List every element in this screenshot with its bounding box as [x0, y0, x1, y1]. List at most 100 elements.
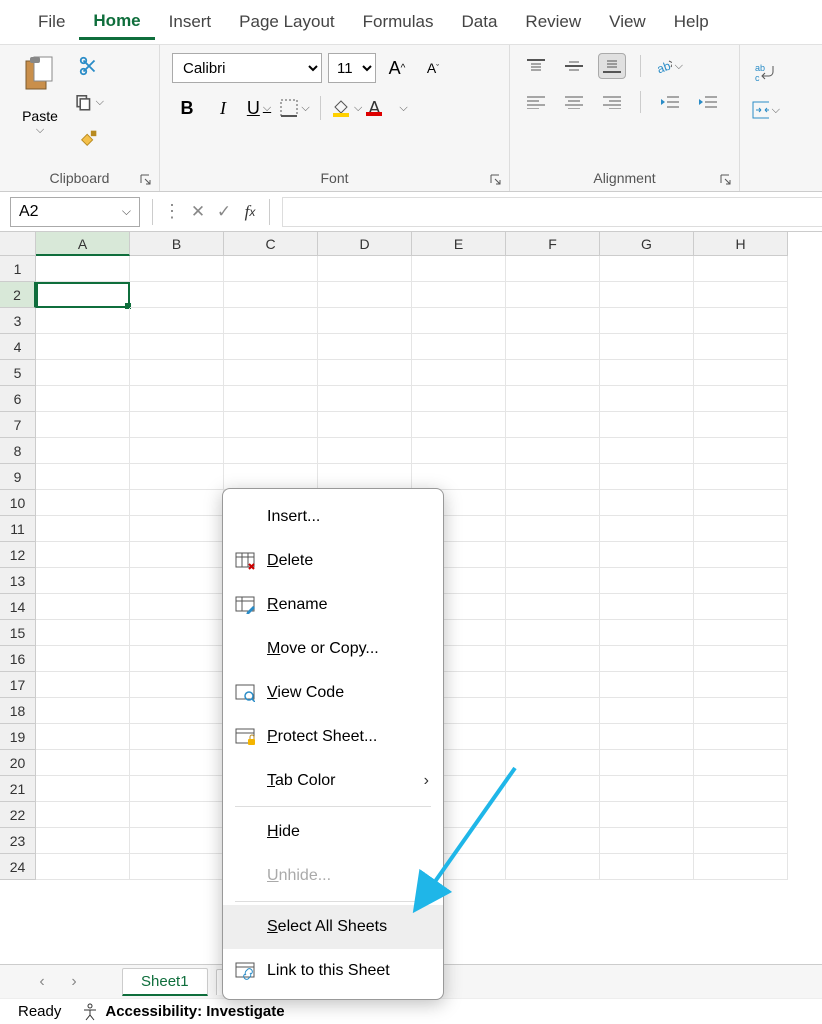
row-header-16[interactable]: 16	[0, 646, 36, 672]
row-header-1[interactable]: 1	[0, 256, 36, 282]
dialog-launcher-icon[interactable]	[489, 173, 503, 187]
underline-button[interactable]: U	[244, 93, 274, 123]
cell-F8[interactable]	[506, 438, 600, 464]
cell-G24[interactable]	[600, 854, 694, 880]
cell-A3[interactable]	[36, 308, 130, 334]
cell-E6[interactable]	[412, 386, 506, 412]
cell-B19[interactable]	[130, 724, 224, 750]
align-left-button[interactable]	[522, 89, 550, 115]
status-accessibility[interactable]: Accessibility: Investigate	[81, 1003, 284, 1021]
cell-H13[interactable]	[694, 568, 788, 594]
cell-G5[interactable]	[600, 360, 694, 386]
cell-A2[interactable]	[36, 282, 130, 308]
col-header-C[interactable]: C	[224, 232, 318, 256]
cell-F7[interactable]	[506, 412, 600, 438]
cell-D4[interactable]	[318, 334, 412, 360]
font-size-select[interactable]: 11	[328, 53, 376, 83]
menu-page-layout[interactable]: Page Layout	[225, 6, 348, 38]
cell-D7[interactable]	[318, 412, 412, 438]
copy-button[interactable]	[74, 89, 104, 115]
cell-G11[interactable]	[600, 516, 694, 542]
cell-B16[interactable]	[130, 646, 224, 672]
align-top-button[interactable]	[522, 53, 550, 79]
row-header-8[interactable]: 8	[0, 438, 36, 464]
cell-B5[interactable]	[130, 360, 224, 386]
cell-A20[interactable]	[36, 750, 130, 776]
cell-B17[interactable]	[130, 672, 224, 698]
cell-B21[interactable]	[130, 776, 224, 802]
cell-G16[interactable]	[600, 646, 694, 672]
cell-G9[interactable]	[600, 464, 694, 490]
row-header-24[interactable]: 24	[0, 854, 36, 880]
row-header-20[interactable]: 20	[0, 750, 36, 776]
cell-A9[interactable]	[36, 464, 130, 490]
col-header-H[interactable]: H	[694, 232, 788, 256]
cell-E9[interactable]	[412, 464, 506, 490]
chevron-down-icon[interactable]: ⌵	[122, 204, 131, 219]
increase-indent-button[interactable]	[693, 89, 721, 115]
cell-A24[interactable]	[36, 854, 130, 880]
ctx-link-to-sheet[interactable]: Link to this Sheet	[223, 949, 443, 993]
cell-A19[interactable]	[36, 724, 130, 750]
cell-B22[interactable]	[130, 802, 224, 828]
cell-F22[interactable]	[506, 802, 600, 828]
cell-A14[interactable]	[36, 594, 130, 620]
cell-G15[interactable]	[600, 620, 694, 646]
cell-B4[interactable]	[130, 334, 224, 360]
cell-F9[interactable]	[506, 464, 600, 490]
cell-H10[interactable]	[694, 490, 788, 516]
cell-G19[interactable]	[600, 724, 694, 750]
sheet-nav-next[interactable]: ›	[62, 973, 86, 991]
cell-F17[interactable]	[506, 672, 600, 698]
cell-H12[interactable]	[694, 542, 788, 568]
cell-A23[interactable]	[36, 828, 130, 854]
cell-H18[interactable]	[694, 698, 788, 724]
cell-F18[interactable]	[506, 698, 600, 724]
row-header-11[interactable]: 11	[0, 516, 36, 542]
cell-B12[interactable]	[130, 542, 224, 568]
cell-G6[interactable]	[600, 386, 694, 412]
cell-F2[interactable]	[506, 282, 600, 308]
cell-D9[interactable]	[318, 464, 412, 490]
cell-F11[interactable]	[506, 516, 600, 542]
cell-C7[interactable]	[224, 412, 318, 438]
name-box[interactable]: A2 ⌵	[10, 197, 140, 227]
cell-B9[interactable]	[130, 464, 224, 490]
cell-H19[interactable]	[694, 724, 788, 750]
row-header-6[interactable]: 6	[0, 386, 36, 412]
cell-A12[interactable]	[36, 542, 130, 568]
cell-A6[interactable]	[36, 386, 130, 412]
cell-E3[interactable]	[412, 308, 506, 334]
row-header-10[interactable]: 10	[0, 490, 36, 516]
cell-G20[interactable]	[600, 750, 694, 776]
cell-H11[interactable]	[694, 516, 788, 542]
cell-H5[interactable]	[694, 360, 788, 386]
cut-button[interactable]	[74, 53, 104, 79]
cell-A13[interactable]	[36, 568, 130, 594]
cell-G17[interactable]	[600, 672, 694, 698]
formula-input[interactable]	[282, 197, 822, 227]
row-header-13[interactable]: 13	[0, 568, 36, 594]
cell-H14[interactable]	[694, 594, 788, 620]
cell-C8[interactable]	[224, 438, 318, 464]
align-center-button[interactable]	[560, 89, 588, 115]
cell-G18[interactable]	[600, 698, 694, 724]
italic-button[interactable]: I	[208, 93, 238, 123]
cell-C2[interactable]	[224, 282, 318, 308]
row-header-15[interactable]: 15	[0, 620, 36, 646]
menu-home[interactable]: Home	[79, 5, 154, 40]
cell-F21[interactable]	[506, 776, 600, 802]
cell-C1[interactable]	[224, 256, 318, 282]
cell-D5[interactable]	[318, 360, 412, 386]
align-middle-button[interactable]	[560, 53, 588, 79]
cell-A10[interactable]	[36, 490, 130, 516]
cell-A8[interactable]	[36, 438, 130, 464]
cell-D8[interactable]	[318, 438, 412, 464]
cell-H22[interactable]	[694, 802, 788, 828]
cell-G14[interactable]	[600, 594, 694, 620]
cell-C9[interactable]	[224, 464, 318, 490]
menu-data[interactable]: Data	[448, 6, 512, 38]
align-right-button[interactable]	[598, 89, 626, 115]
cell-F14[interactable]	[506, 594, 600, 620]
cell-F6[interactable]	[506, 386, 600, 412]
